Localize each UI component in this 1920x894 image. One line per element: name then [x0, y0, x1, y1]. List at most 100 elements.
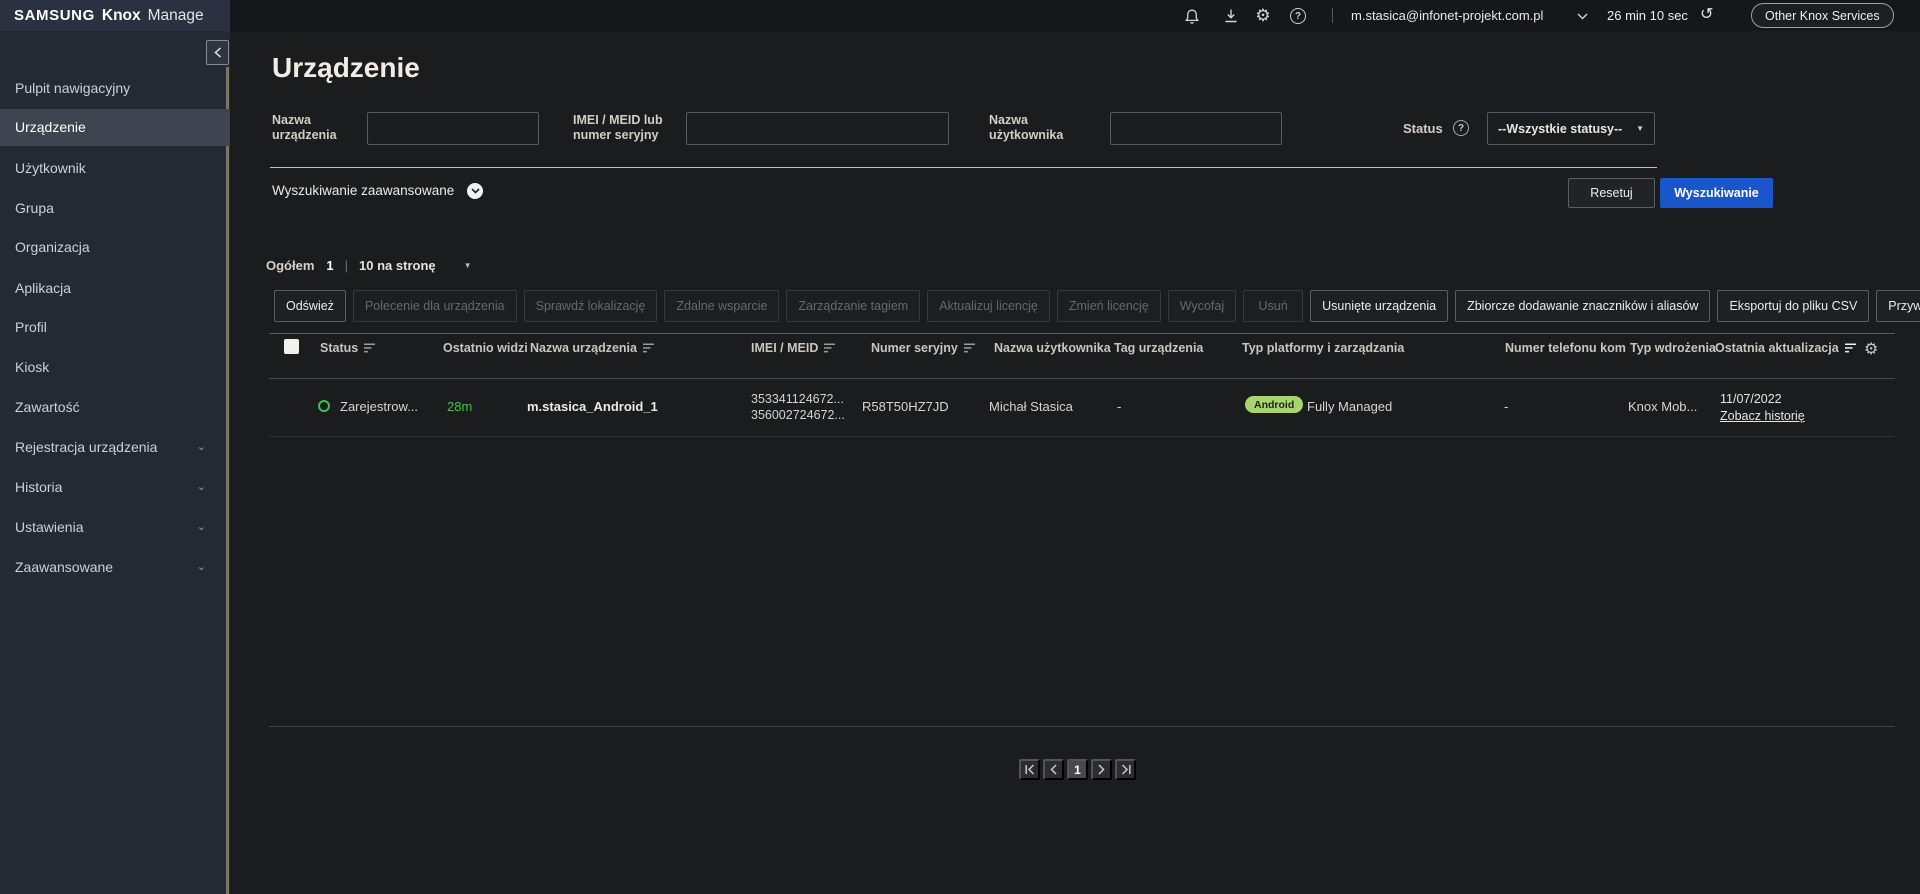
row-last-seen: 28m	[447, 399, 472, 414]
pagination-current-page[interactable]: 1	[1067, 759, 1088, 780]
page-size-arrow-icon[interactable]: ▼	[464, 261, 472, 270]
settings-gear-icon[interactable]: ⚙	[1254, 7, 1272, 25]
sidebar-item-historia[interactable]: Historia⌄	[0, 469, 230, 506]
column-header-device-name[interactable]: Nazwa urządzenia	[530, 341, 655, 355]
column-header-platform-type[interactable]: Typ platformy i zarządzania	[1242, 341, 1404, 355]
column-header-last-update[interactable]: Ostatnia aktualizacja	[1715, 341, 1857, 355]
tag-management-button[interactable]: Zarządzanie tagiem	[786, 290, 920, 322]
search-button[interactable]: Wyszukiwanie	[1660, 178, 1773, 208]
other-knox-services-button[interactable]: Other Knox Services	[1751, 3, 1894, 28]
notifications-bell-icon[interactable]	[1183, 7, 1201, 25]
sidebar-item-rejestracja-urzadzenia[interactable]: Rejestracja urządzenia⌄	[0, 429, 230, 466]
sidebar-item-label: Zaawansowane	[15, 559, 113, 575]
column-header-phone-number[interactable]: Numer telefonu kom	[1505, 341, 1626, 355]
device-actions-toolbar: Odśwież Polecenie dla urządzenia Sprawdź…	[274, 290, 1920, 322]
bulk-add-tags-aliases-button[interactable]: Zbiorcze dodawanie znaczników i aliasów	[1455, 290, 1710, 322]
table-top-border	[269, 333, 1895, 334]
imei-filter-input[interactable]	[686, 112, 949, 145]
device-name-filter-input[interactable]	[367, 112, 539, 145]
chevron-down-icon: ⌄	[197, 429, 206, 466]
sidebar-collapse-button[interactable]	[206, 40, 229, 65]
sidebar-item-profil[interactable]: Profil	[0, 309, 230, 346]
column-header-serial[interactable]: Numer seryjny	[871, 341, 976, 355]
sidebar-item-label: Aplikacja	[15, 280, 71, 296]
column-label: Ostatnio widzi	[443, 341, 528, 355]
remote-support-button[interactable]: Zdalne wsparcie	[664, 290, 779, 322]
sidebar-item-label: Grupa	[15, 200, 54, 216]
column-label: Tag urządzenia	[1114, 341, 1203, 355]
column-header-device-tag[interactable]: Tag urządzenia	[1114, 341, 1203, 355]
pagination-last-button[interactable]	[1115, 759, 1136, 780]
sort-icon	[964, 343, 976, 353]
sidebar-item-organizacja[interactable]: Organizacja	[0, 229, 230, 266]
column-header-last-seen[interactable]: Ostatnio widzi	[443, 341, 528, 355]
column-label: Typ platformy i zarządzania	[1242, 341, 1404, 355]
sidebar-item-zaawansowane[interactable]: Zaawansowane⌄	[0, 549, 230, 586]
reset-button[interactable]: Resetuj	[1568, 178, 1655, 208]
row-device-tag: -	[1117, 399, 1121, 414]
column-label: IMEI / MEID	[751, 341, 818, 355]
sort-icon	[824, 343, 836, 353]
refresh-button[interactable]: Odśwież	[274, 290, 346, 322]
deleted-devices-button[interactable]: Usunięte urządzenia	[1310, 290, 1448, 322]
column-header-deployment-type[interactable]: Typ wdrożenia	[1630, 341, 1716, 355]
withdraw-button[interactable]: Wycofaj	[1168, 290, 1236, 322]
sidebar-item-aplikacja[interactable]: Aplikacja	[0, 270, 230, 307]
help-icon[interactable]: ?	[1289, 7, 1307, 25]
table-header-border	[269, 378, 1895, 379]
brand-knox: Knox	[102, 7, 141, 25]
select-all-checkbox[interactable]	[284, 339, 299, 354]
row-device-name[interactable]: m.stasica_Android_1	[527, 399, 658, 414]
android-platform-badge: Android	[1245, 396, 1303, 413]
page-size-select[interactable]: 10 na stronę	[359, 258, 436, 273]
status-help-glyph: ?	[1453, 120, 1469, 136]
view-history-link[interactable]: Zobacz historię	[1720, 408, 1805, 425]
account-email[interactable]: m.stasica@infonet-projekt.com.pl	[1351, 8, 1543, 23]
column-settings-gear-icon[interactable]: ⚙	[1864, 339, 1878, 359]
update-license-button[interactable]: Aktualizuj licencję	[927, 290, 1050, 322]
topbar-divider	[1332, 8, 1333, 23]
pagination-prev-button[interactable]	[1043, 759, 1064, 780]
brand-logo: SAMSUNG Knox Manage	[0, 0, 230, 31]
device-command-button[interactable]: Polecenie dla urządzenia	[353, 290, 517, 322]
knox-manage-screen: SAMSUNG Knox Manage ⚙ ? m.stasica@infone…	[0, 0, 1920, 894]
user-name-filter-input[interactable]	[1110, 112, 1282, 145]
column-header-imei[interactable]: IMEI / MEID	[751, 341, 836, 355]
column-header-status[interactable]: Status	[320, 341, 376, 355]
restore-button-clipped[interactable]: Przyw	[1876, 290, 1920, 322]
sidebar-item-urzadzenie[interactable]: Urządzenie	[0, 109, 230, 146]
sort-icon	[643, 343, 655, 353]
sidebar-item-label: Profil	[15, 319, 47, 335]
row-management-type: Fully Managed	[1307, 399, 1392, 414]
account-chevron-down-icon[interactable]	[1577, 13, 1588, 20]
sidebar-item-grupa[interactable]: Grupa	[0, 190, 230, 227]
brand-manage: Manage	[148, 7, 204, 25]
sidebar-item-label: Organizacja	[15, 239, 90, 255]
advanced-search-expand-icon[interactable]	[467, 183, 483, 199]
column-header-user-name[interactable]: Nazwa użytkownika	[994, 341, 1111, 355]
check-location-button[interactable]: Sprawdź lokalizację	[524, 290, 658, 322]
session-reset-icon[interactable]: ↺	[1700, 4, 1713, 24]
pagination-first-button[interactable]	[1019, 759, 1040, 780]
export-csv-button[interactable]: Eksportuj do pliku CSV	[1717, 290, 1869, 322]
column-label: Status	[320, 341, 358, 355]
sidebar-item-ustawienia[interactable]: Ustawienia⌄	[0, 509, 230, 546]
download-icon[interactable]	[1222, 7, 1240, 25]
sidebar-item-kiosk[interactable]: Kiosk	[0, 349, 230, 386]
status-selected-value: --Wszystkie statusy--	[1498, 122, 1622, 136]
imei-line-1: 353341124672...	[751, 391, 845, 407]
status-help-icon[interactable]: ?	[1453, 120, 1469, 136]
advanced-search-link[interactable]: Wyszukiwanie zaawansowane	[272, 183, 454, 198]
delete-button[interactable]: Usuń	[1243, 290, 1303, 322]
status-filter-select[interactable]: --Wszystkie statusy-- ▼	[1487, 112, 1655, 145]
sidebar-item-uzytkownik[interactable]: Użytkownik	[0, 150, 230, 187]
pagination-next-button[interactable]	[1091, 759, 1112, 780]
status-filter-label: Status	[1403, 121, 1443, 136]
sidebar-item-pulpit-nawigacyjny[interactable]: Pulpit nawigacyjny	[0, 70, 230, 107]
sidebar-item-label: Użytkownik	[15, 160, 86, 176]
table-bottom-border	[269, 726, 1895, 727]
row-serial-number: R58T50HZ7JD	[862, 399, 949, 414]
sidebar-item-zawartosc[interactable]: Zawartość	[0, 389, 230, 426]
column-label: Nazwa użytkownika	[994, 341, 1111, 355]
change-license-button[interactable]: Zmień licencję	[1057, 290, 1161, 322]
